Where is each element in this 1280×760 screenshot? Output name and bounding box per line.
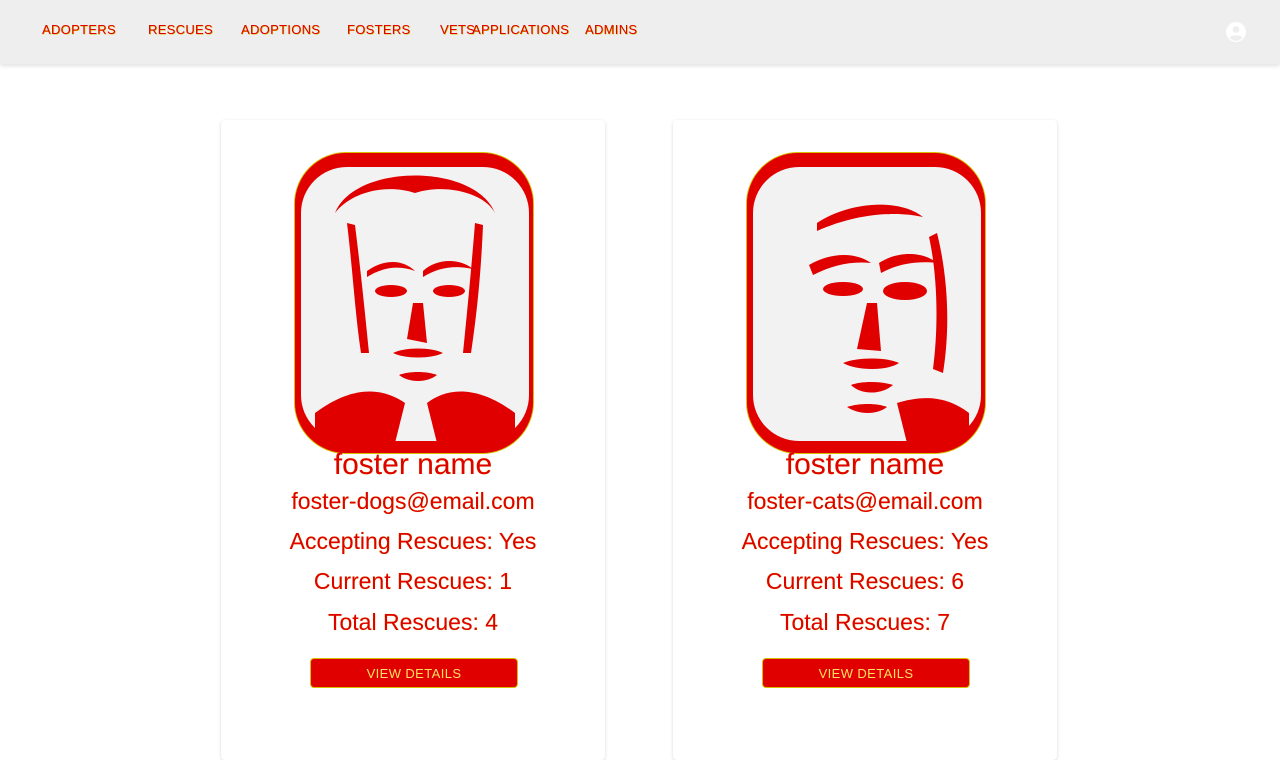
nav-item-fosters[interactable]: FOSTERS [347,22,411,37]
foster-card: foster name foster-cats@email.com Accept… [673,120,1057,760]
nav-item-vets[interactable]: VETS [440,22,475,37]
nav-item-applications[interactable]: APPLICATIONS [472,22,569,37]
foster-name: foster name [785,448,945,481]
view-details-button[interactable]: VIEW DETAILS [762,658,970,688]
account-circle-icon[interactable] [1226,22,1246,42]
foster-accepting-rescues: Accepting Rescues: Yes [741,528,989,554]
nav-item-adopters[interactable]: ADOPTERS [42,22,116,37]
foster-current-rescues: Current Rescues: 6 [765,568,965,594]
nav-item-adoptions[interactable]: ADOPTIONS [241,22,320,37]
foster-email: foster-cats@email.com [747,488,983,514]
foster-accepting-rescues: Accepting Rescues: Yes [289,528,537,554]
nav-item-admins[interactable]: ADMINS [585,22,637,37]
foster-name: foster name [333,448,493,481]
foster-email: foster-dogs@email.com [291,488,535,514]
foster-avatar [746,152,986,454]
view-details-button[interactable]: VIEW DETAILS [310,658,518,688]
foster-current-rescues: Current Rescues: 1 [313,568,513,594]
foster-total-rescues: Total Rescues: 7 [779,609,951,635]
foster-avatar [294,152,534,454]
foster-total-rescues: Total Rescues: 4 [327,609,499,635]
top-app-bar: ADOPTERS RESCUES ADOPTIONS FOSTERS VETS … [0,0,1280,64]
nav-item-rescues[interactable]: RESCUES [148,22,213,37]
foster-card: foster name foster-dogs@email.com Accept… [221,120,605,760]
